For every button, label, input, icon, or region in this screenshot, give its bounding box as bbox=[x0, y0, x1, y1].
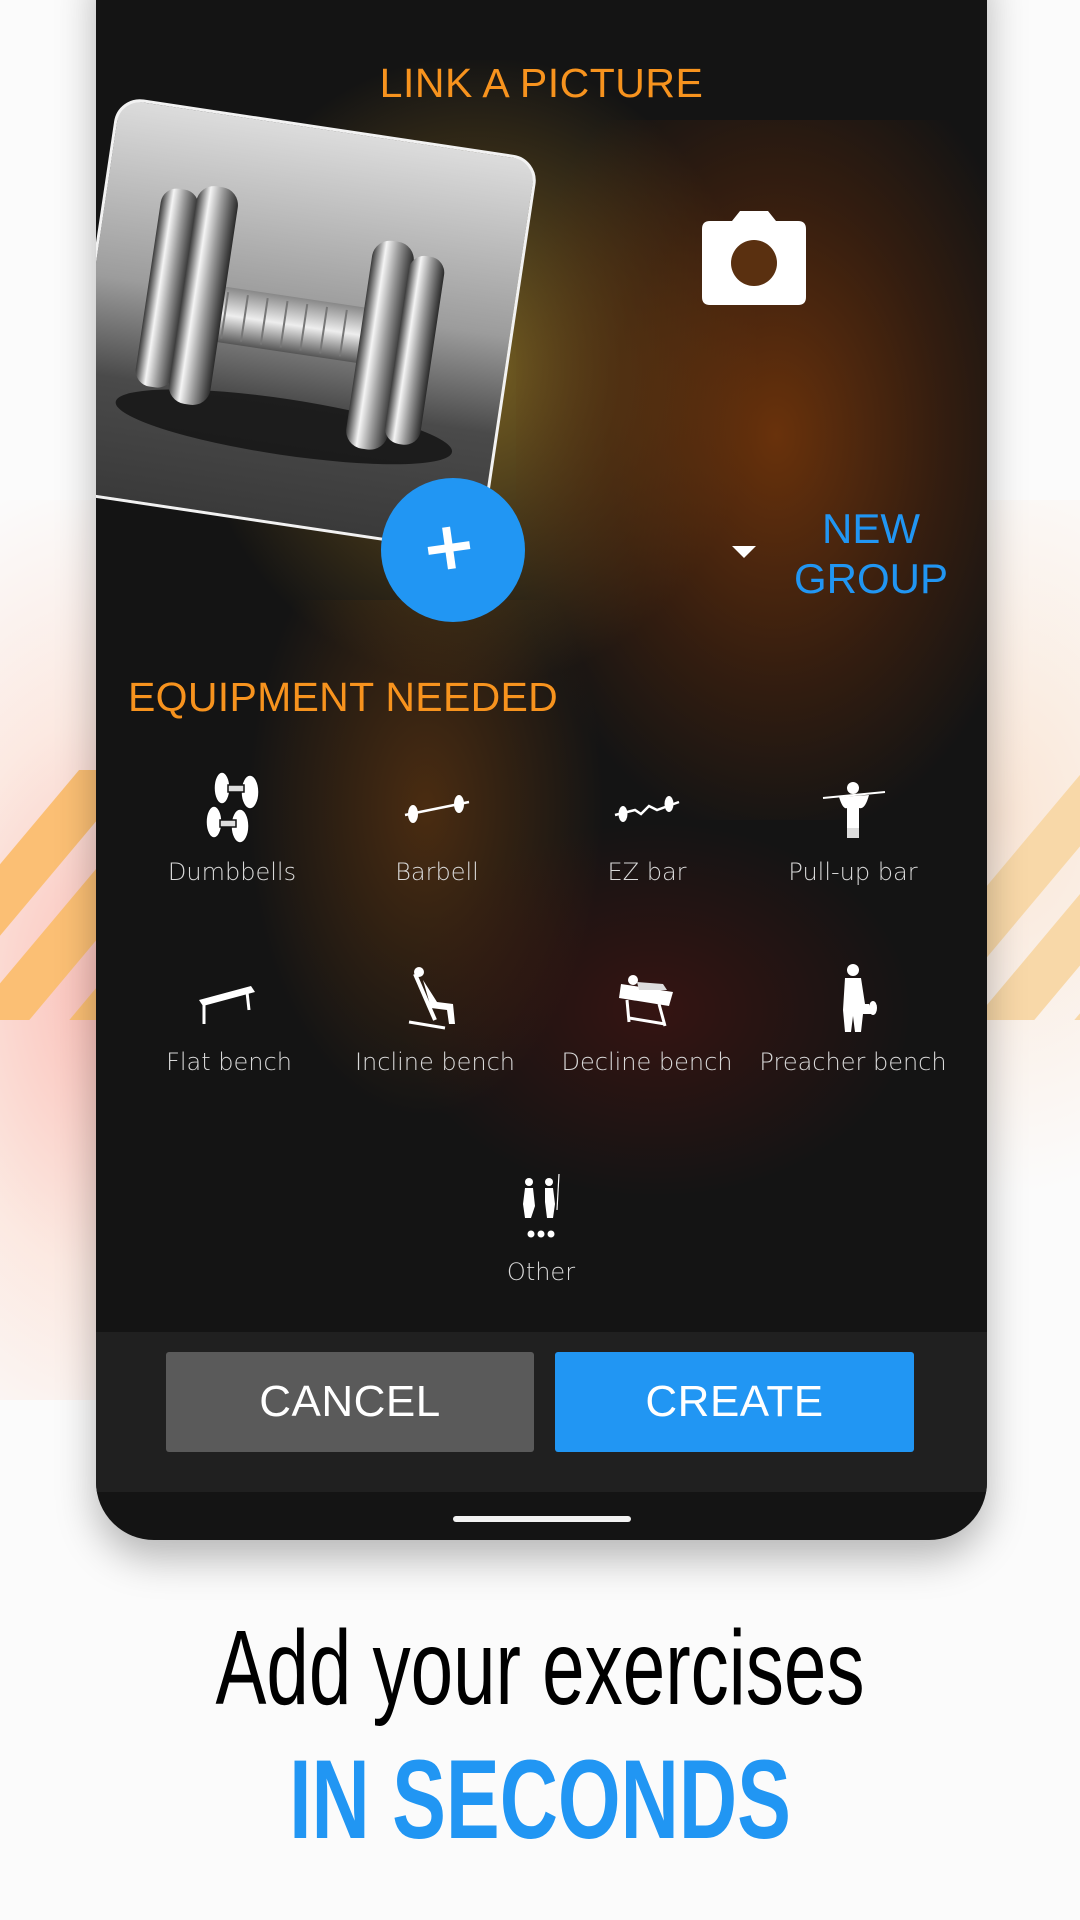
ez-bar-icon bbox=[614, 796, 680, 822]
barbell-icon bbox=[404, 795, 470, 823]
equipment-item-preacher-bench[interactable]: Preacher bench bbox=[748, 960, 958, 1076]
phone-screen: LINK A PICTURE NEW GROUP EQUIPMENT NEEDE… bbox=[96, 0, 987, 1540]
add-picture-button[interactable] bbox=[381, 478, 525, 622]
decline-bench-icon bbox=[619, 975, 673, 1027]
equipment-label: Preacher bench bbox=[759, 1048, 947, 1076]
equipment-label: Decline bench bbox=[561, 1048, 733, 1076]
dialog-action-bar: CANCEL CREATE bbox=[96, 1332, 987, 1492]
equipment-item-pull-up-bar[interactable]: Pull-up bar bbox=[748, 770, 958, 886]
camera-icon[interactable] bbox=[702, 211, 806, 305]
pull-up-bar-icon bbox=[822, 782, 886, 838]
decorative-stripes-right bbox=[985, 770, 1080, 1020]
equipment-item-other[interactable]: Other bbox=[436, 1170, 646, 1286]
equipment-item-ez-bar[interactable]: EZ bar bbox=[542, 770, 752, 886]
new-group-button[interactable]: NEW GROUP bbox=[786, 504, 956, 604]
equipment-label: Flat bench bbox=[166, 1048, 292, 1076]
equipment-item-dumbbells[interactable]: Dumbbells bbox=[127, 770, 337, 886]
promo-headline: Add your exercises bbox=[215, 1609, 865, 1727]
equipment-label: Dumbbells bbox=[167, 858, 297, 886]
navigation-handle[interactable] bbox=[453, 1516, 631, 1522]
equipment-label: Barbell bbox=[395, 858, 479, 886]
equipment-label: Other bbox=[506, 1258, 576, 1286]
equipment-item-flat-bench[interactable]: Flat bench bbox=[124, 960, 334, 1076]
other-equipment-icon bbox=[523, 1173, 560, 1238]
incline-bench-icon bbox=[408, 967, 455, 1030]
cancel-button[interactable]: CANCEL bbox=[166, 1352, 534, 1452]
equipment-item-decline-bench[interactable]: Decline bench bbox=[542, 960, 752, 1076]
link-picture-title: LINK A PICTURE bbox=[379, 60, 704, 106]
dumbbells-icon bbox=[205, 771, 260, 844]
equipment-needed-title: EQUIPMENT NEEDED bbox=[128, 674, 559, 720]
preacher-bench-icon bbox=[843, 964, 877, 1032]
equipment-label: Pull-up bar bbox=[788, 858, 918, 886]
new-group-label-line1: NEW bbox=[822, 505, 920, 552]
decorative-stripes-left bbox=[0, 770, 100, 1020]
equipment-item-incline-bench[interactable]: Incline bench bbox=[330, 960, 540, 1076]
equipment-label: EZ bar bbox=[607, 858, 687, 886]
create-button[interactable]: CREATE bbox=[555, 1352, 914, 1452]
equipment-label: Incline bench bbox=[354, 1048, 516, 1076]
equipment-item-barbell[interactable]: Barbell bbox=[332, 770, 542, 886]
promo-subheadline: IN SECONDS bbox=[289, 1737, 791, 1862]
flat-bench-icon bbox=[199, 986, 255, 1024]
new-group-label-line2: GROUP bbox=[793, 555, 948, 602]
dropdown-arrow-icon[interactable] bbox=[732, 546, 756, 558]
